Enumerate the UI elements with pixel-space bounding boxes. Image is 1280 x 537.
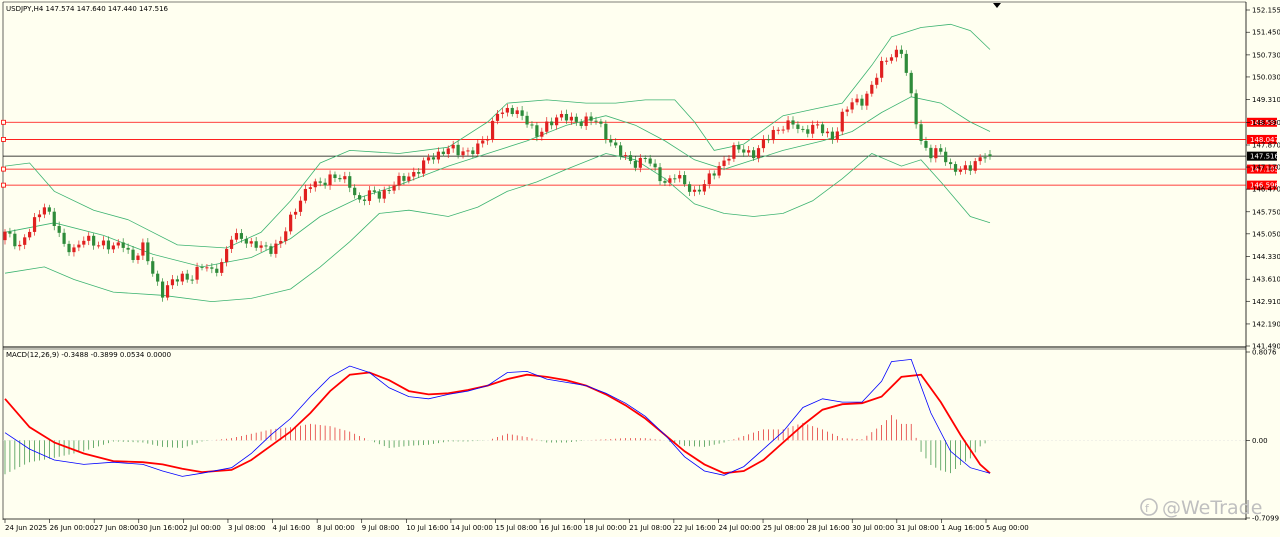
price-tick-label: 147.870: [1252, 141, 1280, 149]
price-tick-label: 146.470: [1252, 186, 1280, 194]
time-tick-label: 21 Jul 08:00: [629, 524, 671, 532]
time-tick-label: 9 Jul 08:00: [362, 524, 400, 532]
time-tick-label: 4 Jul 16:00: [273, 524, 311, 532]
time-tick-label: 5 Aug 00:00: [986, 524, 1029, 532]
price-tick-label: 147.170: [1252, 164, 1280, 172]
time-tick-label: 8 Jul 00:00: [317, 524, 355, 532]
level-handle-icon[interactable]: [1, 182, 6, 188]
time-tick-label: 3 Jul 08:00: [228, 524, 266, 532]
time-tick-label: 26 Jun 00:00: [50, 524, 94, 532]
price-tick-label: 151.450: [1252, 29, 1280, 37]
price-tick-label: 145.750: [1252, 208, 1280, 216]
candle: [840, 108, 844, 136]
time-tick-label: 27 Jun 08:00: [94, 524, 138, 532]
price-tick-label: 150.030: [1252, 73, 1280, 81]
time-tick-label: 24 Jul 00:00: [718, 524, 760, 532]
price-tick-label: 144.330: [1252, 253, 1280, 261]
time-tick-label: 22 Jul 16:00: [674, 524, 716, 532]
time-tick-label: 10 Jul 16:00: [406, 524, 448, 532]
time-tick-label: 24 Jun 2025: [5, 524, 47, 532]
price-tick-label: 145.050: [1252, 230, 1280, 238]
price-tick-label: 149.310: [1252, 96, 1280, 104]
time-tick-label: 1 Aug 16:00: [941, 524, 984, 532]
level-handle-icon[interactable]: [1, 166, 6, 172]
time-tick-label: 30 Jun 16:00: [139, 524, 183, 532]
candle: [909, 70, 913, 97]
watermark-text: @WeTrade: [1162, 497, 1262, 519]
price-tick-label: 150.730: [1252, 51, 1280, 59]
macd-tick-label: 0.8076: [1252, 349, 1277, 357]
price-tick-label: 148.590: [1252, 119, 1280, 127]
time-tick-label: 28 Jul 16:00: [808, 524, 850, 532]
price-tick-label: 152.155: [1252, 7, 1280, 15]
level-handle-icon[interactable]: [1, 119, 6, 125]
candle: [914, 89, 918, 129]
chart-background: [0, 0, 1280, 537]
price-pane-header: USDJPY,H4 147.574 147.640 147.440 147.51…: [6, 5, 169, 13]
price-tick-label: 142.190: [1252, 320, 1280, 328]
macd-tick-label: 0.00: [1252, 437, 1268, 445]
time-tick-label: 15 Jul 08:00: [496, 524, 538, 532]
macd-pane-header: MACD(12,26,9) -0.3488 -0.3899 0.0534 0.0…: [6, 351, 171, 359]
candle: [490, 118, 495, 143]
trading-chart-window[interactable]: 148.591 148.047 147.105 146.596 147.516 152.…: [0, 0, 1280, 537]
time-tick-label: 14 Jul 00:00: [451, 524, 493, 532]
candle: [904, 50, 908, 76]
chart-canvas[interactable]: 148.591148.047147.105146.596147.516 152.…: [0, 0, 1280, 537]
current-price-label: 147.516: [1250, 153, 1279, 161]
time-tick-label: 25 Jul 08:00: [763, 524, 805, 532]
time-tick-label: 30 Jul 00:00: [852, 524, 894, 532]
time-tick-label: 31 Jul 08:00: [897, 524, 939, 532]
level-handle-icon[interactable]: [1, 137, 6, 142]
price-tick-label: 142.910: [1252, 298, 1280, 306]
time-tick-label: 16 Jul 16:00: [540, 524, 582, 532]
price-tick-label: 143.610: [1252, 276, 1280, 284]
time-tick-label: 2 Jul 00:00: [183, 524, 221, 532]
candle: [289, 211, 293, 235]
time-tick-label: 18 Jul 00:00: [585, 524, 627, 532]
